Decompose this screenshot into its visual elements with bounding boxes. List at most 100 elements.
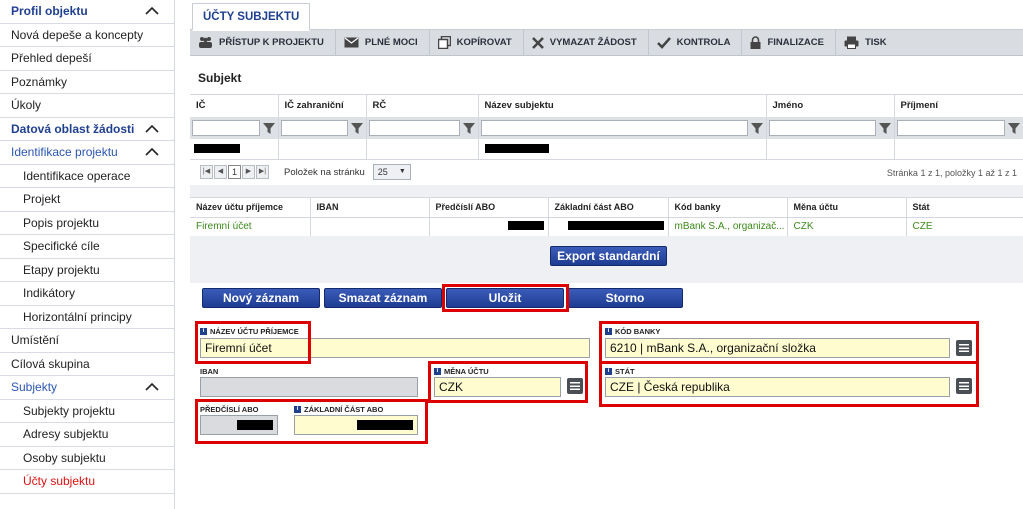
sidebar-item[interactable]: Horizontální principy [0, 306, 174, 329]
filter-input-ic-foreign[interactable] [280, 119, 348, 136]
redacted-value [567, 220, 664, 230]
filter-input-rc[interactable] [368, 119, 460, 136]
cancel-button[interactable]: Storno [567, 288, 683, 308]
sidebar-item[interactable]: Specifické cíle [0, 235, 174, 259]
sidebar-item[interactable]: Projekt [0, 188, 174, 212]
filter-input-first-name[interactable] [768, 119, 876, 136]
sidebar-item-label: Nová depeše a koncepty [11, 27, 144, 42]
column-header-ic[interactable]: IČ [190, 94, 279, 117]
column-header-currency[interactable]: Měna účtu [787, 196, 907, 217]
column-header-bank-code[interactable]: Kód banky [668, 196, 788, 217]
filter-icon[interactable] [750, 121, 764, 135]
prev-page-icon[interactable]: ◀ [214, 165, 227, 179]
sidebar-item-label: Subjekty [11, 380, 58, 394]
redacted-value [507, 220, 544, 230]
delete-record-button[interactable]: Smazat záznam [324, 288, 442, 308]
column-header-ic-foreign[interactable]: IČ zahraniční [278, 94, 367, 117]
access-button[interactable]: PŘÍSTUP K PROJEKTU [190, 29, 336, 56]
filter-icon[interactable] [462, 121, 476, 135]
column-header-subject-name[interactable]: Název subjektu [478, 94, 767, 117]
finalize-label: FINALIZACE [767, 37, 824, 48]
sidebar-item[interactable]: Indikátory [0, 282, 174, 306]
next-page-icon[interactable]: ▶ [242, 165, 255, 179]
sidebar-item-label: Profil objektu [11, 4, 88, 18]
filter-input-subject-name[interactable] [480, 119, 748, 136]
cell-account-name: Firemní účet [190, 216, 311, 236]
table-row[interactable]: Firemní účet mBank S.A., organizač... CZ… [190, 216, 1023, 236]
column-header-base[interactable]: Základní část ABO [548, 196, 669, 217]
chevron-up-icon[interactable] [144, 3, 160, 19]
sidebar-item-label: Subjekty projektu [23, 403, 116, 418]
accounts-header-row: Název účtu příjemce IBAN Předčíslí ABO Z… [190, 196, 1023, 217]
sidebar-item[interactable]: Nová depeše a koncepty [0, 24, 174, 47]
highlight-currency [428, 361, 588, 403]
redacted-value [194, 143, 240, 153]
page-number[interactable]: 1 [228, 165, 241, 179]
sidebar-item-label: Datová oblast žádosti [11, 121, 135, 136]
sidebar-item[interactable]: Úkoly [0, 94, 174, 118]
checkmark-icon [656, 36, 671, 49]
sidebar-item[interactable]: Účty subjektu [0, 470, 174, 494]
check-label: KONTROLA [676, 37, 731, 48]
chevron-up-icon[interactable] [144, 144, 160, 160]
sidebar-nav: Profil objektu Nová depeše a koncepty Přeh… [0, 0, 175, 509]
chevron-up-icon[interactable] [144, 121, 160, 137]
sidebar-item[interactable]: Cílová skupina [0, 353, 174, 376]
sidebar-item[interactable]: Subjekty [0, 376, 174, 400]
filter-icon[interactable] [1007, 121, 1021, 135]
column-header-country[interactable]: Stát [906, 196, 1023, 217]
sidebar-item-label: Identifikace operace [23, 168, 131, 183]
column-header-account-name[interactable]: Název účtu příjemce [190, 196, 311, 217]
filter-input-last-name[interactable] [896, 119, 1005, 136]
per-page-select[interactable]: 25 ▼ [372, 164, 411, 180]
chevron-up-icon[interactable] [144, 379, 160, 395]
power-of-attorney-button[interactable]: PLNÉ MOCI [336, 29, 430, 56]
sidebar-item[interactable]: Popis projektu [0, 212, 174, 235]
check-button[interactable]: KONTROLA [649, 29, 743, 56]
tab-ucty-subjektu[interactable]: ÚČTY SUBJEKTU [192, 3, 311, 31]
export-button[interactable]: Export standardní [550, 246, 667, 266]
filter-input-ic[interactable] [192, 119, 260, 136]
print-button[interactable]: TISK [836, 30, 898, 56]
last-page-icon[interactable]: ▶| [256, 165, 269, 179]
sidebar-item[interactable]: Umístění [0, 329, 174, 353]
iban-label: IBAN [200, 367, 219, 376]
copy-button[interactable]: KOPÍROVAT [430, 29, 524, 56]
sidebar-item[interactable]: Identifikace operace [0, 165, 174, 188]
sidebar-item[interactable]: Přehled depeší [0, 47, 174, 71]
sidebar-item-label: Horizontální principy [23, 309, 132, 324]
column-header-first-name[interactable]: Jméno [766, 94, 895, 117]
highlight-account-name [195, 321, 311, 364]
sidebar-item[interactable]: Osoby subjektu [0, 447, 174, 470]
copy-label: KOPÍROVAT [456, 37, 512, 48]
table-row[interactable] [190, 138, 1023, 159]
sidebar-item-label: Popis projektu [23, 215, 100, 230]
sidebar-item[interactable]: Profil objektu [0, 0, 174, 24]
iban-input[interactable] [200, 377, 418, 397]
filter-icon[interactable] [262, 121, 276, 135]
sidebar-item[interactable]: Datová oblast žádosti [0, 118, 174, 141]
filter-icon[interactable] [350, 121, 364, 135]
column-header-rc[interactable]: RČ [366, 94, 479, 117]
sidebar-item[interactable]: Subjekty projektu [0, 400, 174, 423]
column-header-last-name[interactable]: Příjmení [894, 94, 1023, 117]
delete-request-button[interactable]: VYMAZAT ŽÁDOST [524, 29, 649, 56]
first-page-icon[interactable]: |◀ [200, 165, 213, 179]
sidebar-item[interactable]: Adresy subjektu [0, 423, 174, 447]
highlight-bank-code [599, 321, 979, 364]
pager: |◀ ◀ 1 ▶ ▶| Položek na stránku 25 ▼ Strán… [190, 158, 1023, 185]
new-record-button[interactable]: Nový záznam [202, 288, 320, 308]
finalize-button[interactable]: FINALIZACE [742, 29, 836, 56]
sidebar-item[interactable]: Etapy projektu [0, 259, 174, 282]
filter-icon[interactable] [878, 121, 892, 135]
sidebar-item-label: Poznámky [11, 74, 68, 89]
column-header-iban[interactable]: IBAN [310, 196, 430, 217]
delete-request-label: VYMAZAT ŽÁDOST [549, 37, 637, 48]
sidebar-item[interactable]: Identifikace projektu [0, 141, 174, 165]
subject-grid: Subjekt IČ IČ zahraniční RČ Název subjek… [190, 56, 1023, 185]
column-header-prefix[interactable]: Předčíslí ABO [429, 196, 549, 217]
sidebar-item[interactable]: Poznámky [0, 71, 174, 94]
highlight-save [442, 284, 569, 312]
accounts-table: Název účtu příjemce IBAN Předčíslí ABO Z… [190, 196, 1023, 236]
tab-bar: ÚČTY SUBJEKTU [190, 0, 1023, 31]
